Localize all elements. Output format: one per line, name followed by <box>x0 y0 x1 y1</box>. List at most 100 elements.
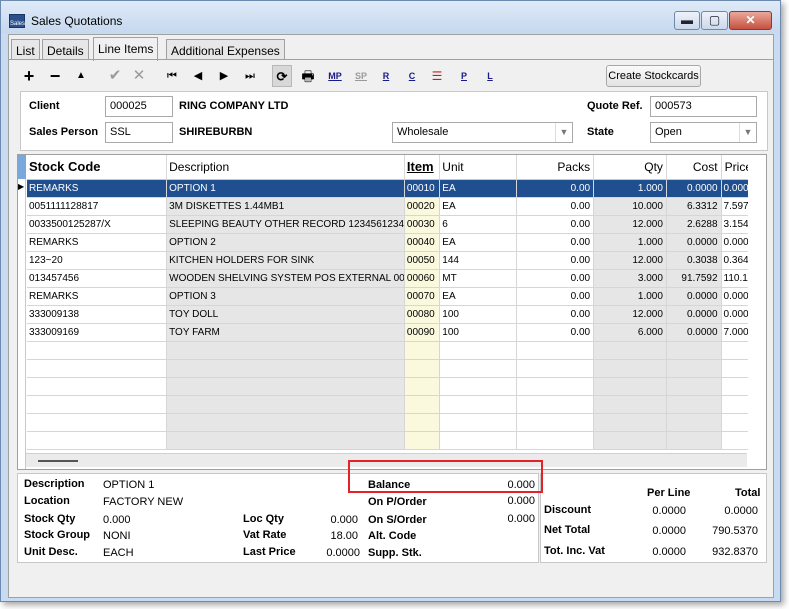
cost-cell[interactable]: 0.3038 <box>666 251 722 270</box>
table-row[interactable]: 123~20 KITCHEN HOLDERS FOR SINK 00050 144 0.… <box>27 251 757 270</box>
unit-cell[interactable] <box>439 377 518 396</box>
col-header-unit[interactable]: Unit <box>439 155 518 180</box>
line-items-grid[interactable]: ▶ Stock Code Description Item Unit Packs… <box>17 154 767 470</box>
add-icon[interactable]: + <box>19 65 39 87</box>
item-cell[interactable]: 00020 <box>404 197 441 216</box>
packs-cell[interactable]: 0.00 <box>516 269 595 288</box>
cost-cell[interactable] <box>666 377 722 396</box>
r-button[interactable]: R <box>377 65 395 87</box>
col-header-stock-code[interactable]: Stock Code <box>27 155 168 180</box>
cost-cell[interactable] <box>666 341 722 360</box>
item-cell[interactable]: 00040 <box>404 233 441 252</box>
item-cell[interactable]: 00030 <box>404 215 441 234</box>
qty-cell[interactable]: 3.000 <box>593 269 667 288</box>
col-header-description[interactable]: Description <box>166 155 405 180</box>
packs-cell[interactable]: 0.00 <box>516 251 595 270</box>
item-cell[interactable]: 00050 <box>404 251 441 270</box>
unit-cell[interactable] <box>439 341 518 360</box>
unit-cell[interactable]: 6 <box>439 215 518 234</box>
description-cell[interactable] <box>166 341 405 360</box>
tab-details[interactable]: Details <box>42 39 89 60</box>
stock-code-cell[interactable] <box>27 377 168 396</box>
table-row[interactable]: 333009169 TOY FARM 00090 100 0.00 6.000 0.0000… <box>27 323 757 342</box>
packs-cell[interactable]: 0.00 <box>516 197 595 216</box>
table-row[interactable]: REMARKS OPTION 2 00040 EA 0.00 1.000 0.0000 0.0… <box>27 233 757 252</box>
cost-cell[interactable]: 0.0000 <box>666 233 722 252</box>
scrollbar-thumb[interactable] <box>38 460 78 462</box>
description-cell[interactable]: TOY FARM <box>166 323 405 342</box>
stock-code-cell[interactable] <box>27 395 168 414</box>
stock-code-cell[interactable]: REMARKS <box>27 179 168 198</box>
item-cell[interactable] <box>404 341 441 360</box>
unit-cell[interactable]: 100 <box>439 323 518 342</box>
sp-button[interactable]: SP <box>351 65 371 87</box>
item-cell[interactable]: 00090 <box>404 323 441 342</box>
description-cell[interactable]: SLEEPING BEAUTY OTHER RECORD 1234561234 <box>166 215 405 234</box>
qty-cell[interactable]: 12.000 <box>593 251 667 270</box>
first-record-icon[interactable]: ⏮ <box>163 65 181 87</box>
item-cell[interactable]: 00080 <box>404 305 441 324</box>
stock-code-cell[interactable]: 333009138 <box>27 305 168 324</box>
item-cell[interactable]: 00010 <box>404 179 441 198</box>
qty-cell[interactable] <box>593 377 667 396</box>
maximize-button[interactable]: ▢ <box>701 11 728 30</box>
state-dropdown[interactable]: Open ▼ <box>650 122 757 143</box>
description-cell[interactable] <box>166 395 405 414</box>
unit-cell[interactable] <box>439 395 518 414</box>
col-header-qty[interactable]: Qty <box>593 155 667 180</box>
cost-cell[interactable] <box>666 395 722 414</box>
qty-cell[interactable]: 1.000 <box>593 233 667 252</box>
p-button[interactable]: P <box>455 65 473 87</box>
close-button[interactable]: ✕ <box>729 11 772 30</box>
cost-cell[interactable]: 2.6288 <box>666 215 722 234</box>
packs-cell[interactable]: 0.00 <box>516 179 595 198</box>
qty-cell[interactable]: 1.000 <box>593 179 667 198</box>
unit-cell[interactable]: 144 <box>439 251 518 270</box>
table-row[interactable]: REMARKS OPTION 3 00070 EA 0.00 1.000 0.0000 0.0… <box>27 287 757 306</box>
packs-cell[interactable] <box>516 431 595 450</box>
delete-icon[interactable]: − <box>45 65 65 87</box>
cost-cell[interactable]: 91.7592 <box>666 269 722 288</box>
cost-cell[interactable] <box>666 413 722 432</box>
price-list-dropdown[interactable]: Wholesale ▼ <box>392 122 573 143</box>
description-cell[interactable] <box>166 413 405 432</box>
cost-cell[interactable] <box>666 359 722 378</box>
packs-cell[interactable]: 0.00 <box>516 305 595 324</box>
description-cell[interactable]: KITCHEN HOLDERS FOR SINK <box>166 251 405 270</box>
qty-cell[interactable]: 12.000 <box>593 305 667 324</box>
col-header-cost[interactable]: Cost <box>666 155 722 180</box>
stock-code-cell[interactable] <box>27 341 168 360</box>
table-row[interactable]: 333009138 TOY DOLL 00080 100 0.00 12.000 0.000… <box>27 305 757 324</box>
packs-cell[interactable] <box>516 377 595 396</box>
qty-cell[interactable]: 1.000 <box>593 287 667 306</box>
refresh-icon[interactable]: ⟳ <box>272 65 292 87</box>
qty-cell[interactable]: 10.000 <box>593 197 667 216</box>
item-cell[interactable] <box>404 359 441 378</box>
l-button[interactable]: L <box>481 65 499 87</box>
cost-cell[interactable]: 0.0000 <box>666 323 722 342</box>
minimize-button[interactable]: ▬ <box>674 11 700 30</box>
table-row[interactable]: 0033500125287/X SLEEPING BEAUTY OTHER REC… <box>27 215 757 234</box>
stock-code-cell[interactable]: 123~20 <box>27 251 168 270</box>
cost-cell[interactable]: 6.3312 <box>666 197 722 216</box>
col-header-packs[interactable]: Packs <box>516 155 595 180</box>
description-cell[interactable]: OPTION 1 <box>166 179 405 198</box>
description-cell[interactable] <box>166 377 405 396</box>
item-cell[interactable]: 00070 <box>404 287 441 306</box>
qty-cell[interactable]: 6.000 <box>593 323 667 342</box>
table-row[interactable] <box>27 413 757 432</box>
packs-cell[interactable] <box>516 359 595 378</box>
description-cell[interactable]: TOY DOLL <box>166 305 405 324</box>
table-row[interactable]: 013457456 WOODEN SHELVING SYSTEM POS EXTE… <box>27 269 757 288</box>
unit-cell[interactable] <box>439 431 518 450</box>
description-cell[interactable]: OPTION 3 <box>166 287 405 306</box>
description-cell[interactable]: 3M DISKETTES 1.44MB1 <box>166 197 405 216</box>
description-cell[interactable] <box>166 431 405 450</box>
table-row[interactable] <box>27 395 757 414</box>
packs-cell[interactable]: 0.00 <box>516 323 595 342</box>
move-up-icon[interactable]: ▲ <box>71 65 91 87</box>
table-row[interactable]: REMARKS OPTION 1 00010 EA 0.00 1.000 0.0000 0.0… <box>27 179 757 198</box>
item-cell[interactable] <box>404 377 441 396</box>
cost-cell[interactable]: 0.0000 <box>666 179 722 198</box>
table-row[interactable] <box>27 377 757 396</box>
